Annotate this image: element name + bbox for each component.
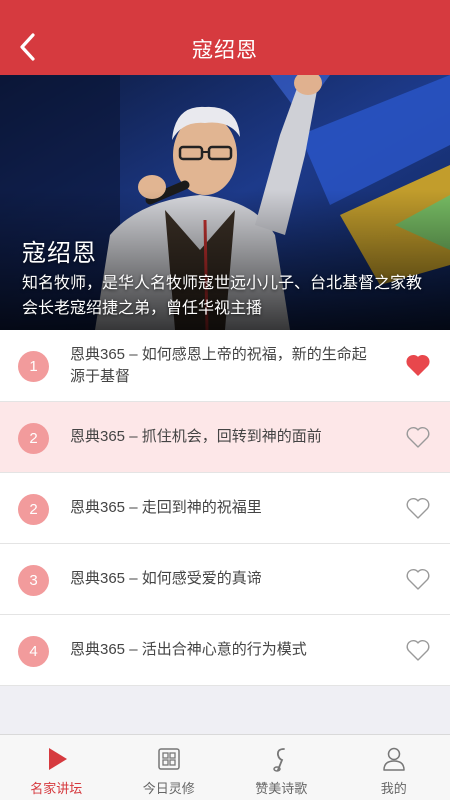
sermon-number-badge: 1 (18, 351, 49, 382)
tab-devotion[interactable]: 今日灵修 (113, 735, 226, 800)
top-nav-bar: 寇绍恩 (0, 0, 450, 75)
play-icon (49, 748, 68, 770)
sermon-title: 恩典365 – 抓住机会，回转到神的面前 (70, 428, 322, 445)
sermon-title: 恩典365 – 如何感恩上帝的祝福，新的生命起源于基督 (70, 345, 367, 385)
page-title: 寇绍恩 (192, 39, 258, 62)
tab-label: 今日灵修 (142, 781, 195, 796)
sermon-list: 1 恩典365 – 如何感恩上帝的祝福，新的生命起源于基督 2 恩典365 – … (0, 330, 450, 686)
sermon-number-badge: 2 (18, 423, 49, 454)
heart-outline-icon[interactable] (406, 568, 430, 590)
tab-hymns[interactable]: 赞美诗歌 (225, 735, 338, 800)
sermon-title: 恩典365 – 活出合神心意的行为模式 (70, 641, 307, 658)
grid-icon (158, 748, 180, 770)
sermon-list-item[interactable]: 2 恩典365 – 走回到神的祝福里 (0, 473, 450, 544)
sermon-list-item[interactable]: 4 恩典365 – 活出合神心意的行为模式 (0, 615, 450, 686)
heart-outline-icon[interactable] (406, 639, 430, 661)
music-note-icon (273, 748, 286, 772)
tab-label: 赞美诗歌 (255, 781, 308, 796)
tab-label: 我的 (380, 781, 407, 796)
sermon-number-badge: 4 (18, 636, 49, 667)
bottom-tab-bar: 名家讲坛 今日灵修 赞美诗歌 我的 (0, 734, 450, 800)
speaker-name: 寇绍恩 (22, 240, 97, 267)
heart-outline-icon[interactable] (406, 497, 430, 519)
sermon-title: 恩典365 – 走回到神的祝福里 (70, 499, 262, 516)
user-icon (383, 747, 405, 771)
sermon-list-item[interactable]: 1 恩典365 – 如何感恩上帝的祝福，新的生命起源于基督 (0, 330, 450, 402)
sermon-number-badge: 3 (18, 565, 49, 596)
heart-outline-icon[interactable] (406, 426, 430, 448)
heart-filled-icon[interactable] (406, 354, 430, 376)
tab-speakers[interactable]: 名家讲坛 (0, 735, 113, 800)
sermon-list-item[interactable]: 2 恩典365 – 抓住机会，回转到神的面前 (0, 402, 450, 473)
speaker-banner: 寇绍恩 知名牧师，是华人名牧师寇世远小儿子、台北基督之家教会长老寇绍捷之弟，曾任… (0, 75, 450, 330)
tab-label: 名家讲坛 (30, 781, 83, 796)
speaker-description: 知名牧师，是华人名牧师寇世远小儿子、台北基督之家教会长老寇绍捷之弟，曾任华视主播 (22, 275, 423, 317)
sermon-list-item[interactable]: 3 恩典365 – 如何感受爱的真谛 (0, 544, 450, 615)
tab-profile[interactable]: 我的 (338, 735, 450, 800)
sermon-title: 恩典365 – 如何感受爱的真谛 (70, 570, 262, 587)
sermon-number-badge: 2 (18, 494, 49, 525)
